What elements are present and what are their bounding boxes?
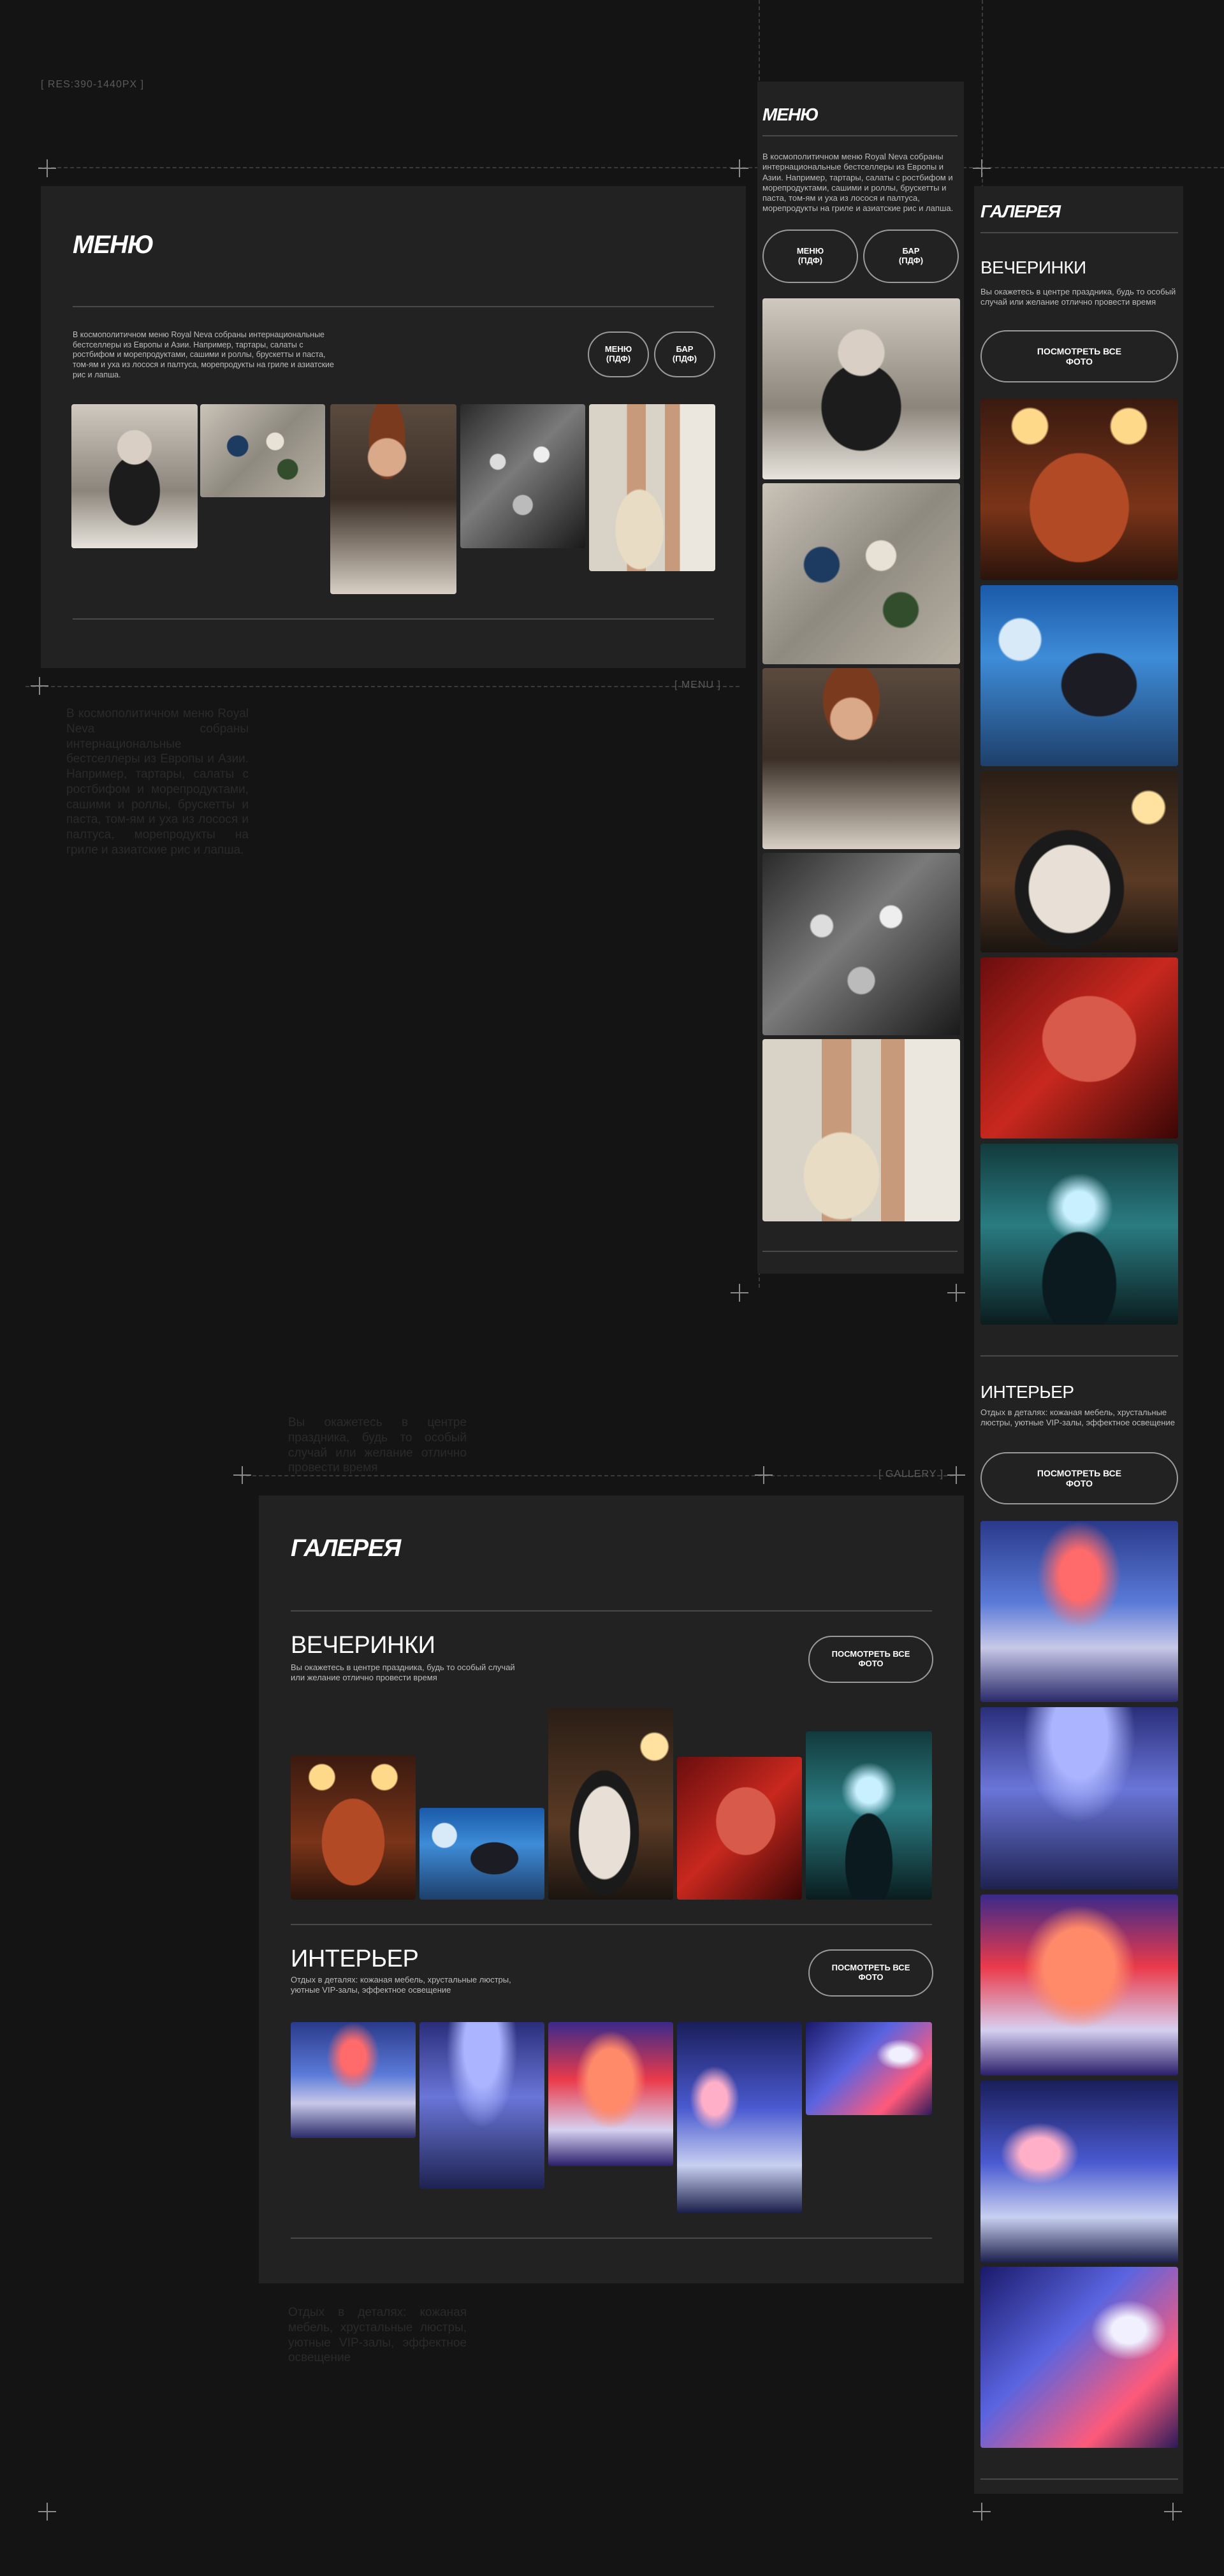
dining-photo (762, 668, 960, 849)
resolution-tag: [ RES:390-1440PX ] (41, 79, 145, 90)
menu-pdf-button[interactable]: МЕНЮ (ПДФ) (762, 229, 858, 283)
interior-view-all-button[interactable]: ПОСМОТРЕТЬ ВСЕ ФОТО (980, 1452, 1178, 1504)
parties-title: ВЕЧЕРИНКИ (291, 1632, 435, 1659)
legs-table-photo (762, 1039, 960, 1221)
guide-cross-icon (731, 1284, 748, 1302)
guide-cross-icon (38, 159, 56, 177)
menu-section-tag: [ MENU ] (674, 680, 721, 690)
parties-description: Вы окажетесь в центре праздника, будь то… (291, 1663, 515, 1683)
sparklers-party-photo (980, 399, 1178, 580)
menu-pdf-button[interactable]: МЕНЮ (ПДФ) (588, 331, 649, 377)
interior-mobile-title: ИНТЕРЬЕР (980, 1382, 1074, 1402)
parties-view-all-button[interactable]: ПОСМОТРЕТЬ ВСЕ ФОТО (980, 330, 1178, 382)
menu-description: В космополитичном меню Royal Neva собран… (73, 330, 334, 379)
dining-photo (330, 404, 456, 594)
pool-party-photo (419, 1808, 544, 1900)
ghost-interior-text: Отдых в деталях: кожаная мебель, хрустал… (288, 2306, 467, 2365)
divider (980, 1355, 1178, 1357)
interior-description: Отдых в деталях: кожаная мебель, хрустал… (291, 1975, 511, 1995)
gallery-section-tag: [ GALLERY ] (878, 1469, 944, 1480)
divider (291, 2238, 932, 2239)
bar-pdf-button[interactable]: БАР (ПДФ) (654, 331, 715, 377)
guide-cross-icon (973, 159, 991, 177)
interior-photo (980, 1521, 1178, 1702)
divider (762, 135, 958, 136)
table-photo (200, 404, 325, 497)
interior-photo (291, 2022, 416, 2138)
gallery-desktop-panel: ГАЛЕРЕЯ ВЕЧЕРИНКИ Вы окажетесь в центре … (259, 1495, 964, 2283)
heart-hands-photo (980, 1144, 1178, 1325)
guide-cross-icon (947, 1466, 965, 1484)
divider (762, 1251, 958, 1252)
guide-cross-icon (755, 1466, 773, 1484)
interior-photo (980, 2081, 1178, 2263)
guide-cross-icon (731, 159, 748, 177)
interior-photo (980, 2267, 1178, 2448)
menu-desktop-panel: МЕНЮ В космополитичном меню Royal Neva с… (41, 186, 746, 668)
ghost-menu-text: В космополитичном меню Royal Neva собран… (66, 707, 249, 857)
divider (980, 2478, 1178, 2480)
parties-mobile-description: Вы окажетесь в центре праздника, будь то… (980, 287, 1176, 307)
food-photo (762, 298, 960, 479)
parties-view-all-button[interactable]: ПОСМОТРЕТЬ ВСЕ ФОТО (808, 1636, 933, 1683)
interior-photo (980, 1707, 1178, 1889)
menu-title: МЕНЮ (73, 231, 154, 259)
interior-title: ИНТЕРЬЕР (291, 1946, 419, 1972)
interior-photo (677, 2022, 802, 2213)
menu-mobile-title: МЕНЮ (762, 105, 819, 124)
pool-party-photo (980, 585, 1178, 766)
gallery-mobile-panel: ГАЛЕРЕЯ ВЕЧЕРИНКИ Вы окажетесь в центре … (974, 186, 1183, 2494)
gallery-title: ГАЛЕРЕЯ (291, 1535, 401, 1562)
guide-cross-icon (1164, 2503, 1182, 2521)
divider (291, 1610, 932, 1612)
guide-cross-icon (947, 1284, 965, 1302)
guide-cross-icon (31, 677, 48, 695)
bar-pdf-button[interactable]: БАР (ПДФ) (863, 229, 959, 283)
divider (291, 1924, 932, 1925)
parties-mobile-title: ВЕЧЕРИНКИ (980, 258, 1086, 277)
divider (73, 306, 714, 307)
red-portrait-photo (677, 1757, 802, 1900)
champagne-party-photo (980, 771, 1178, 952)
interior-photo (548, 2022, 673, 2166)
interior-photo (806, 2022, 932, 2115)
guide-cross-icon (973, 2503, 991, 2521)
guide-cross-icon (233, 1466, 251, 1484)
table-photo (762, 483, 960, 664)
interior-photo (980, 1895, 1178, 2076)
legs-table-photo (589, 404, 715, 571)
heart-hands-photo (806, 1731, 932, 1900)
divider (73, 618, 714, 620)
party-photo (460, 404, 585, 548)
menu-mobile-panel: МЕНЮ В космополитичном меню Royal Neva с… (757, 82, 964, 1274)
menu-mobile-description: В космополитичном меню Royal Neva собран… (762, 152, 954, 214)
party-photo (762, 853, 960, 1035)
interior-mobile-description: Отдых в деталях: кожаная мебель, хрустал… (980, 1408, 1175, 1428)
gallery-mobile-title: ГАЛЕРЕЯ (980, 201, 1061, 221)
interior-photo (419, 2022, 544, 2189)
champagne-party-photo (548, 1708, 673, 1900)
guide-cross-icon (38, 2503, 56, 2521)
divider (980, 232, 1178, 233)
food-photo (71, 404, 198, 548)
red-portrait-photo (980, 957, 1178, 1139)
sparklers-party-photo (291, 1756, 416, 1900)
interior-view-all-button[interactable]: ПОСМОТРЕТЬ ВСЕ ФОТО (808, 1949, 933, 1997)
ghost-parties-text: Вы окажетесь в центре праздника, будь то… (288, 1416, 467, 1475)
